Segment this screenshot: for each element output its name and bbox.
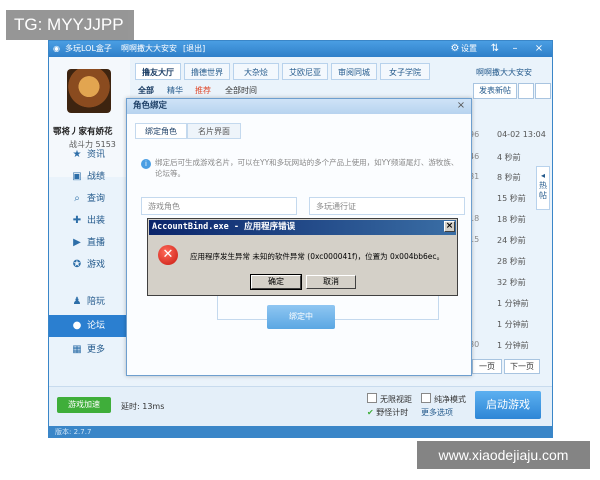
checkmark-icon: ✔ xyxy=(367,408,374,417)
row-time: 32 秒前 xyxy=(497,278,526,287)
gear-icon[interactable]: ⚙ xyxy=(449,43,461,55)
view-toggle-button[interactable] xyxy=(518,83,534,99)
error-dialog: AccountBind.exe - 应用程序错误 × ✕ 应用程序发生异常 未知… xyxy=(147,218,458,296)
gamepad-icon: ✪ xyxy=(72,259,82,270)
row-time: 18 秒前 xyxy=(497,215,526,224)
play-icon: ▶ xyxy=(73,237,81,248)
logout-link[interactable]: [退出] xyxy=(183,41,205,57)
prev-page-button[interactable]: 一页 xyxy=(472,359,502,374)
latency-readout: 延时: 13ms xyxy=(121,402,165,411)
row-time: 4 秒前 xyxy=(497,153,521,162)
row-time: 28 秒前 xyxy=(497,257,526,266)
bottom-bar: 游戏加速 延时: 13ms 无限视距 纯净模式 ✔ 野怪计时 更多选项 启动游戏 xyxy=(49,386,552,427)
view-toggle-button-2[interactable] xyxy=(535,83,551,99)
avatar[interactable] xyxy=(67,69,111,113)
minimize-icon[interactable]: – xyxy=(509,43,521,55)
profile-name: 鄂将丿家有娇花 xyxy=(53,127,113,137)
tab-ionia[interactable]: 艾欧尼亚 xyxy=(282,63,328,80)
binding-button[interactable]: 绑定中 xyxy=(267,305,335,329)
dialog-close-icon[interactable]: × xyxy=(455,100,467,112)
title-bar: ◉ 多玩LOL盒子 啊啊撒大大安安 [退出] ⚙ 设置 ⇅ – × xyxy=(49,41,552,57)
error-close-icon[interactable]: × xyxy=(444,221,455,232)
next-page-button[interactable]: 下一页 xyxy=(504,359,540,374)
chat-icon: ● xyxy=(72,320,82,331)
tab-local[interactable]: 审阅同城 xyxy=(331,63,377,80)
skin-icon[interactable]: ⇅ xyxy=(489,43,501,55)
search-icon: ⌕ xyxy=(74,193,80,204)
error-icon: ✕ xyxy=(158,245,178,265)
tab-girls[interactable]: 女子学院 xyxy=(380,63,430,80)
start-game-button[interactable]: 启动游戏 xyxy=(475,391,541,419)
sidebar-item-equip[interactable]: ✚ 出装 xyxy=(49,210,130,232)
row-time: 04-02 13:04 xyxy=(497,130,546,139)
tab-bind-role[interactable]: 绑定角色 xyxy=(135,123,187,139)
error-title: AccountBind.exe - 应用程序错误 xyxy=(149,220,456,235)
tab-misc[interactable]: 大杂烩 xyxy=(233,63,279,80)
row-time: 15 秒前 xyxy=(497,194,526,203)
forum-user[interactable]: 啊啊撒大大安安 xyxy=(476,67,532,78)
row-time: 1 分钟前 xyxy=(497,299,529,308)
sidebar-item-more[interactable]: ▦ 更多 xyxy=(49,339,130,361)
wild-timer-checkbox[interactable]: ✔ 野怪计时 xyxy=(367,407,408,418)
row-time: 1 分钟前 xyxy=(497,320,529,329)
star-icon: ★ xyxy=(72,149,82,160)
no-border-checkbox[interactable]: 无限视距 xyxy=(367,393,412,405)
hot-posts-tab[interactable]: ◂ 热帖 xyxy=(536,166,550,210)
row-time: 8 秒前 xyxy=(497,173,521,182)
cancel-button[interactable]: 取消 xyxy=(306,275,356,289)
status-bar: 版本: 2.7.7 xyxy=(49,426,552,437)
people-icon: ♟ xyxy=(72,296,82,307)
pure-mode-checkbox[interactable]: 纯净模式 xyxy=(421,393,466,405)
sidebar-item-search[interactable]: ⌕ 查询 xyxy=(49,188,130,210)
equip-icon: ✚ xyxy=(72,215,82,226)
settings-label[interactable]: 设置 xyxy=(461,41,477,57)
game-accel-button[interactable]: 游戏加速 xyxy=(57,397,111,413)
tab-lobby[interactable]: 撸友大厅 xyxy=(135,63,181,80)
row-time: 24 秒前 xyxy=(497,236,526,245)
subtab-all[interactable]: 全部 xyxy=(138,85,154,96)
sidebar-item-games[interactable]: ✪ 游戏 xyxy=(49,254,130,276)
info-icon: i xyxy=(141,159,151,169)
new-post-button[interactable]: 发表新帖 xyxy=(473,83,517,99)
watermark-top-left: TG: MYYJJPP xyxy=(6,10,134,40)
passport-field[interactable]: 多玩通行证 xyxy=(309,197,465,215)
bind-hint: 绑定后可生成游戏名片，可以在YY和多玩网站的多个产品上使用，如YY频道尾灯、游牧… xyxy=(155,158,459,178)
error-message: 应用程序发生异常 未知的软件异常 (0xc000041f)，位置为 0x004b… xyxy=(190,252,445,261)
row-time: 1 分钟前 xyxy=(497,341,529,350)
watermark-bottom-right: www.xiaodejiaju.com xyxy=(417,441,590,469)
tab-world[interactable]: 撸德世界 xyxy=(184,63,230,80)
dialog-title: 角色绑定 xyxy=(127,99,471,114)
sidebar-item-news[interactable]: ★ 资讯 xyxy=(49,144,130,166)
sidebar-item-companion[interactable]: ♟ 陪玩 xyxy=(49,291,130,313)
tab-name-card[interactable]: 名片界面 xyxy=(187,123,241,139)
sidebar-item-record[interactable]: ▣ 战绩 xyxy=(49,166,130,188)
grid-icon: ▦ xyxy=(72,344,82,355)
more-options-link[interactable]: 更多选项 xyxy=(421,407,453,418)
app-name: 多玩LOL盒子 xyxy=(65,44,112,53)
title-user: 啊啊撒大大安安 xyxy=(121,44,177,53)
ok-button[interactable]: 确定 xyxy=(250,274,302,290)
sidebar-item-live[interactable]: ▶ 直播 xyxy=(49,232,130,254)
subtab-all-time[interactable]: 全部时间 xyxy=(225,85,257,96)
subtab-recommend[interactable]: 推荐 xyxy=(195,85,211,96)
subtab-best[interactable]: 精华 xyxy=(167,85,183,96)
close-icon[interactable]: × xyxy=(533,43,545,55)
hot-arrow-icon: ◂ xyxy=(540,171,545,180)
app-logo-icon: ◉ xyxy=(53,44,60,53)
chart-icon: ▣ xyxy=(72,171,82,182)
role-field[interactable]: 游戏角色 xyxy=(141,197,297,215)
sidebar-item-forum[interactable]: ● 论坛 xyxy=(49,315,130,337)
